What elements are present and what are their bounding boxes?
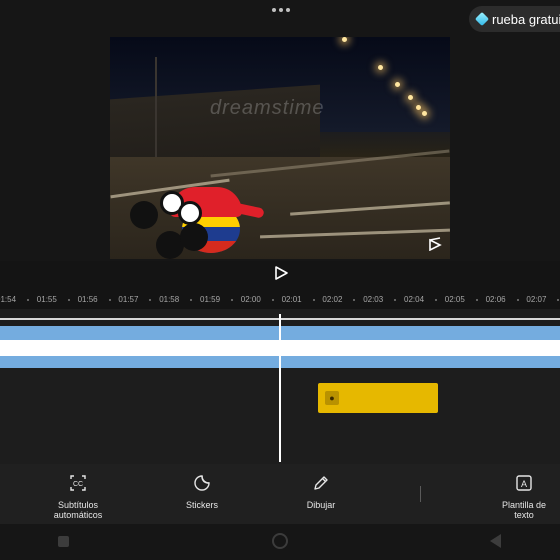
ruler-tick-dot — [108, 299, 111, 301]
text-template-button[interactable]: A Plantilla de texto — [479, 474, 560, 520]
ruler-tick-dot — [27, 299, 29, 301]
ruler-tick-label: 01:57 — [118, 295, 139, 304]
draw-label: Dibujar — [306, 500, 336, 510]
ruler-tick-label: 01:54 — [0, 295, 17, 304]
auto-captions-icon: CC — [70, 475, 86, 491]
toolbar-divider — [420, 486, 421, 502]
stickers-button[interactable]: Stickers — [157, 474, 247, 510]
playhead[interactable] — [279, 314, 281, 462]
sticker-icon — [194, 475, 210, 491]
diamond-icon — [474, 11, 490, 27]
auto-captions-button[interactable]: CC Subtítulos automáticos — [33, 474, 123, 520]
svg-text:CC: CC — [73, 481, 83, 488]
ruler-tick-label: 02:06 — [485, 295, 506, 304]
stickers-label: Stickers — [185, 500, 218, 510]
draw-button[interactable]: Dibujar — [276, 474, 366, 510]
play-icon[interactable] — [273, 265, 289, 281]
ruler-tick-dot — [271, 299, 274, 301]
ruler-tick-label: 01:55 — [36, 295, 57, 304]
sticker-clip[interactable]: ● — [318, 383, 438, 413]
sticker-thumbnail: ● — [325, 391, 339, 405]
svg-text:A: A — [521, 479, 527, 489]
ruler-tick-label: 02:01 — [281, 295, 302, 304]
more-horizontal-icon[interactable] — [266, 2, 296, 18]
ruler-tick-dot — [231, 299, 233, 301]
ruler-tick-dot — [312, 299, 315, 301]
ruler-tick-label: 02:04 — [404, 295, 425, 304]
home-icon[interactable] — [272, 533, 288, 549]
ruler-tick-dot — [435, 299, 437, 301]
ruler-tick-label: 01:59 — [200, 295, 221, 304]
ecuador-countryball-sticker[interactable] — [130, 187, 265, 259]
ruler-tick-label: 02:02 — [322, 295, 343, 304]
free-trial-label: rueba gratuit — [492, 11, 560, 27]
ruler-tick-label: 02:05 — [444, 295, 465, 304]
pencil-icon — [314, 476, 328, 490]
watermark-text: dreamstime — [210, 97, 325, 119]
video-preview[interactable]: dreamstime — [110, 37, 450, 259]
text-template-label-line2: texto — [514, 510, 534, 520]
back-icon[interactable] — [490, 534, 501, 548]
recents-icon[interactable] — [58, 536, 69, 547]
ruler-tick-label: 02:03 — [363, 295, 384, 304]
auto-captions-label-line1: Subtítulos — [57, 500, 99, 510]
text-template-icon: A — [516, 475, 532, 491]
ruler-tick-label: 02:07 — [526, 295, 547, 304]
free-trial-button[interactable]: rueba gratuit — [469, 6, 560, 32]
capcut-logo-icon — [429, 237, 442, 251]
ruler-tick-dot — [516, 299, 519, 301]
ruler-tick-dot — [67, 299, 70, 301]
ruler-tick-dot — [475, 299, 478, 301]
ruler-tick-label: 01:56 — [77, 295, 98, 304]
ruler-tick-label: 01:58 — [159, 295, 180, 304]
ruler-tick-label: 02:00 — [240, 295, 261, 304]
text-template-label-line1: Plantilla de — [501, 500, 547, 510]
auto-captions-label-line2: automáticos — [53, 510, 103, 520]
